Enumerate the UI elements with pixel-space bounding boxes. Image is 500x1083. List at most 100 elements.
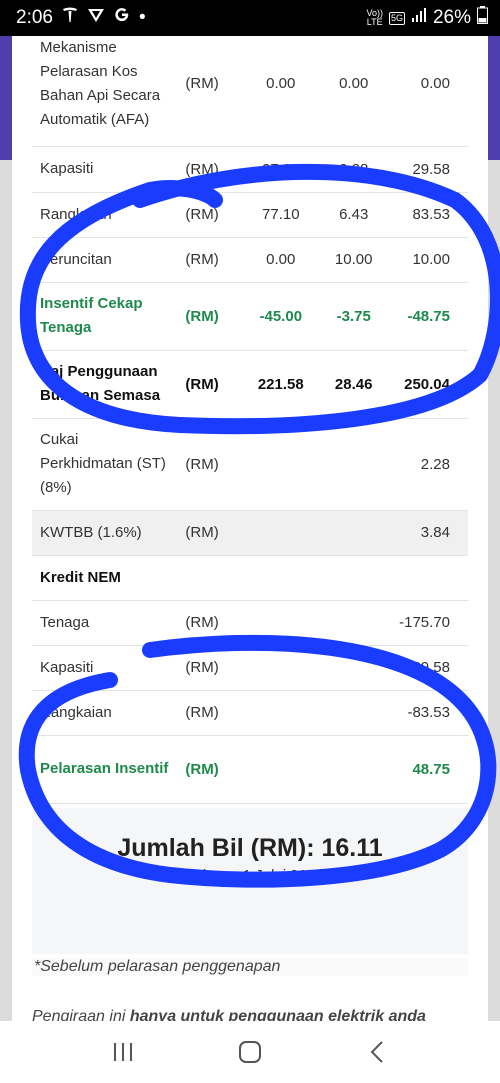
row-value-1 [244, 735, 318, 804]
network-5g-icon: 5G [388, 11, 405, 25]
row-unit: (RM) [177, 282, 245, 351]
row-value-2: 0.00 [317, 36, 391, 147]
row-desc: Caj Penggunaan Bulanan Semasa [32, 350, 178, 419]
recents-button[interactable] [93, 1032, 153, 1072]
row-desc: Insentif Cekap Tenaga [32, 282, 178, 351]
row-value-1: 77.10 [244, 192, 318, 238]
row-value-2 [317, 690, 391, 736]
row-value-3: 3.84 [390, 510, 468, 556]
status-bar: 2:06 • Vo)) LTE 5G 26% [0, 0, 500, 36]
notification-dot: • [138, 7, 146, 28]
row-value-3: -83.53 [390, 690, 468, 736]
row-unit: (RM) [177, 418, 245, 511]
row-value-3: 48.75 [390, 735, 468, 804]
row-value-2: -3.75 [317, 282, 391, 351]
row-value-1 [244, 418, 318, 511]
row-value-2 [317, 735, 391, 804]
row-value-1: 221.58 [244, 350, 318, 419]
bill-table: Mekanisme Pelarasan Kos Bahan Api Secara… [32, 36, 468, 804]
row-value-2: 2.28 [317, 146, 391, 193]
row-value-1 [244, 600, 318, 646]
row-desc: Kapasiti [32, 146, 178, 193]
row-value-1: 27.30 [244, 146, 318, 193]
row-unit: (RM) [177, 237, 245, 283]
row-value-1 [244, 555, 318, 601]
disclaimer-note: Pengiraan ini hanya untuk penggunaan ele… [32, 1008, 468, 1021]
row-value-1 [244, 645, 318, 691]
table-row: Cukai Perkhidmatan (ST) (8%) (RM) 2.28 [32, 418, 468, 511]
bill-summary: Jumlah Bil (RM): 16.11 *Selepas 1 Julai … [32, 808, 468, 954]
bill-card: Mekanisme Pelarasan Kos Bahan Api Secara… [12, 36, 488, 1021]
back-icon [370, 1041, 383, 1063]
row-desc: Pelarasan Insentif [32, 735, 178, 804]
table-row: KWTBB (1.6%) (RM) 3.84 [32, 510, 468, 556]
row-value-1: 0.00 [244, 237, 318, 283]
row-value-1 [244, 510, 318, 556]
row-unit [177, 555, 245, 601]
table-row: Kredit NEM [32, 555, 468, 601]
row-value-2 [317, 510, 391, 556]
table-row: Peruncitan (RM) 0.00 10.00 10.00 [32, 237, 468, 283]
row-unit: (RM) [177, 690, 245, 736]
row-value-3: 0.00 [390, 36, 468, 147]
disclaimer-bold: hanya untuk penggunaan elektrik anda [129, 1008, 426, 1021]
row-unit: (RM) [177, 645, 245, 691]
battery-level: 26% [432, 7, 471, 28]
row-value-3: 83.53 [390, 192, 468, 238]
row-value-3: -48.75 [390, 282, 468, 351]
clock: 2:06 [16, 7, 53, 28]
row-desc: Tenaga [32, 600, 178, 646]
table-row: Kapasiti (RM) 27.30 2.28 29.58 [32, 146, 468, 193]
tesla-icon [61, 6, 79, 30]
row-value-3: 10.00 [390, 237, 468, 283]
row-value-1: -45.00 [244, 282, 318, 351]
row-unit: (RM) [177, 735, 245, 804]
row-value-1: 0.00 [244, 36, 318, 147]
home-button[interactable] [220, 1032, 280, 1072]
row-value-3: 2.28 [390, 418, 468, 511]
row-desc: Kredit NEM [32, 555, 178, 601]
row-unit: (RM) [177, 146, 245, 193]
row-value-2 [317, 418, 391, 511]
row-desc: Rangkaian [32, 690, 178, 736]
table-row: Rangkaian (RM) -83.53 [32, 690, 468, 736]
row-value-3: 250.04 [390, 350, 468, 419]
row-unit: (RM) [177, 36, 245, 147]
disclaimer-prefix: Pengiraan ini [32, 1008, 130, 1021]
recents-icon [114, 1043, 133, 1061]
row-unit: (RM) [177, 350, 245, 419]
row-value-3: -175.70 [390, 600, 468, 646]
row-value-2 [317, 645, 391, 691]
system-nav-bar [0, 1021, 500, 1083]
row-desc: Peruncitan [32, 237, 178, 283]
row-desc: Rangkaian [32, 192, 178, 238]
volte-icon: Vo)) LTE [366, 8, 383, 27]
back-button[interactable] [347, 1032, 407, 1072]
row-desc: Mekanisme Pelarasan Kos Bahan Api Secara… [32, 36, 178, 147]
table-row: Kapasiti (RM) -29.58 [32, 645, 468, 691]
row-value-3: 29.58 [390, 146, 468, 193]
table-row: Rangkaian (RM) 77.10 6.43 83.53 [32, 192, 468, 238]
row-desc: Kapasiti [32, 645, 178, 691]
row-desc: KWTBB (1.6%) [32, 510, 178, 556]
vpn-icon [87, 6, 105, 30]
table-row: Mekanisme Pelarasan Kos Bahan Api Secara… [32, 36, 468, 147]
row-value-2: 6.43 [317, 192, 391, 238]
table-row: Caj Penggunaan Bulanan Semasa (RM) 221.5… [32, 350, 468, 419]
row-unit: (RM) [177, 192, 245, 238]
total-amount: Jumlah Bil (RM): 16.11 [117, 834, 383, 862]
row-unit: (RM) [177, 600, 245, 646]
row-value-3: -29.58 [390, 645, 468, 691]
row-desc: Cukai Perkhidmatan (ST) (8%) [32, 418, 178, 511]
signal-icon [411, 7, 427, 29]
row-value-3 [390, 555, 468, 601]
row-value-2: 10.00 [317, 237, 391, 283]
effective-date-note: *Selepas 1 Julai 2025 [177, 867, 323, 884]
google-icon [113, 6, 131, 30]
row-value-2 [317, 555, 391, 601]
row-value-2: 28.46 [317, 350, 391, 419]
rounding-note: *Sebelum pelarasan penggenapan [32, 958, 468, 976]
home-icon [238, 1041, 261, 1063]
row-value-1 [244, 690, 318, 736]
battery-icon [477, 6, 488, 30]
